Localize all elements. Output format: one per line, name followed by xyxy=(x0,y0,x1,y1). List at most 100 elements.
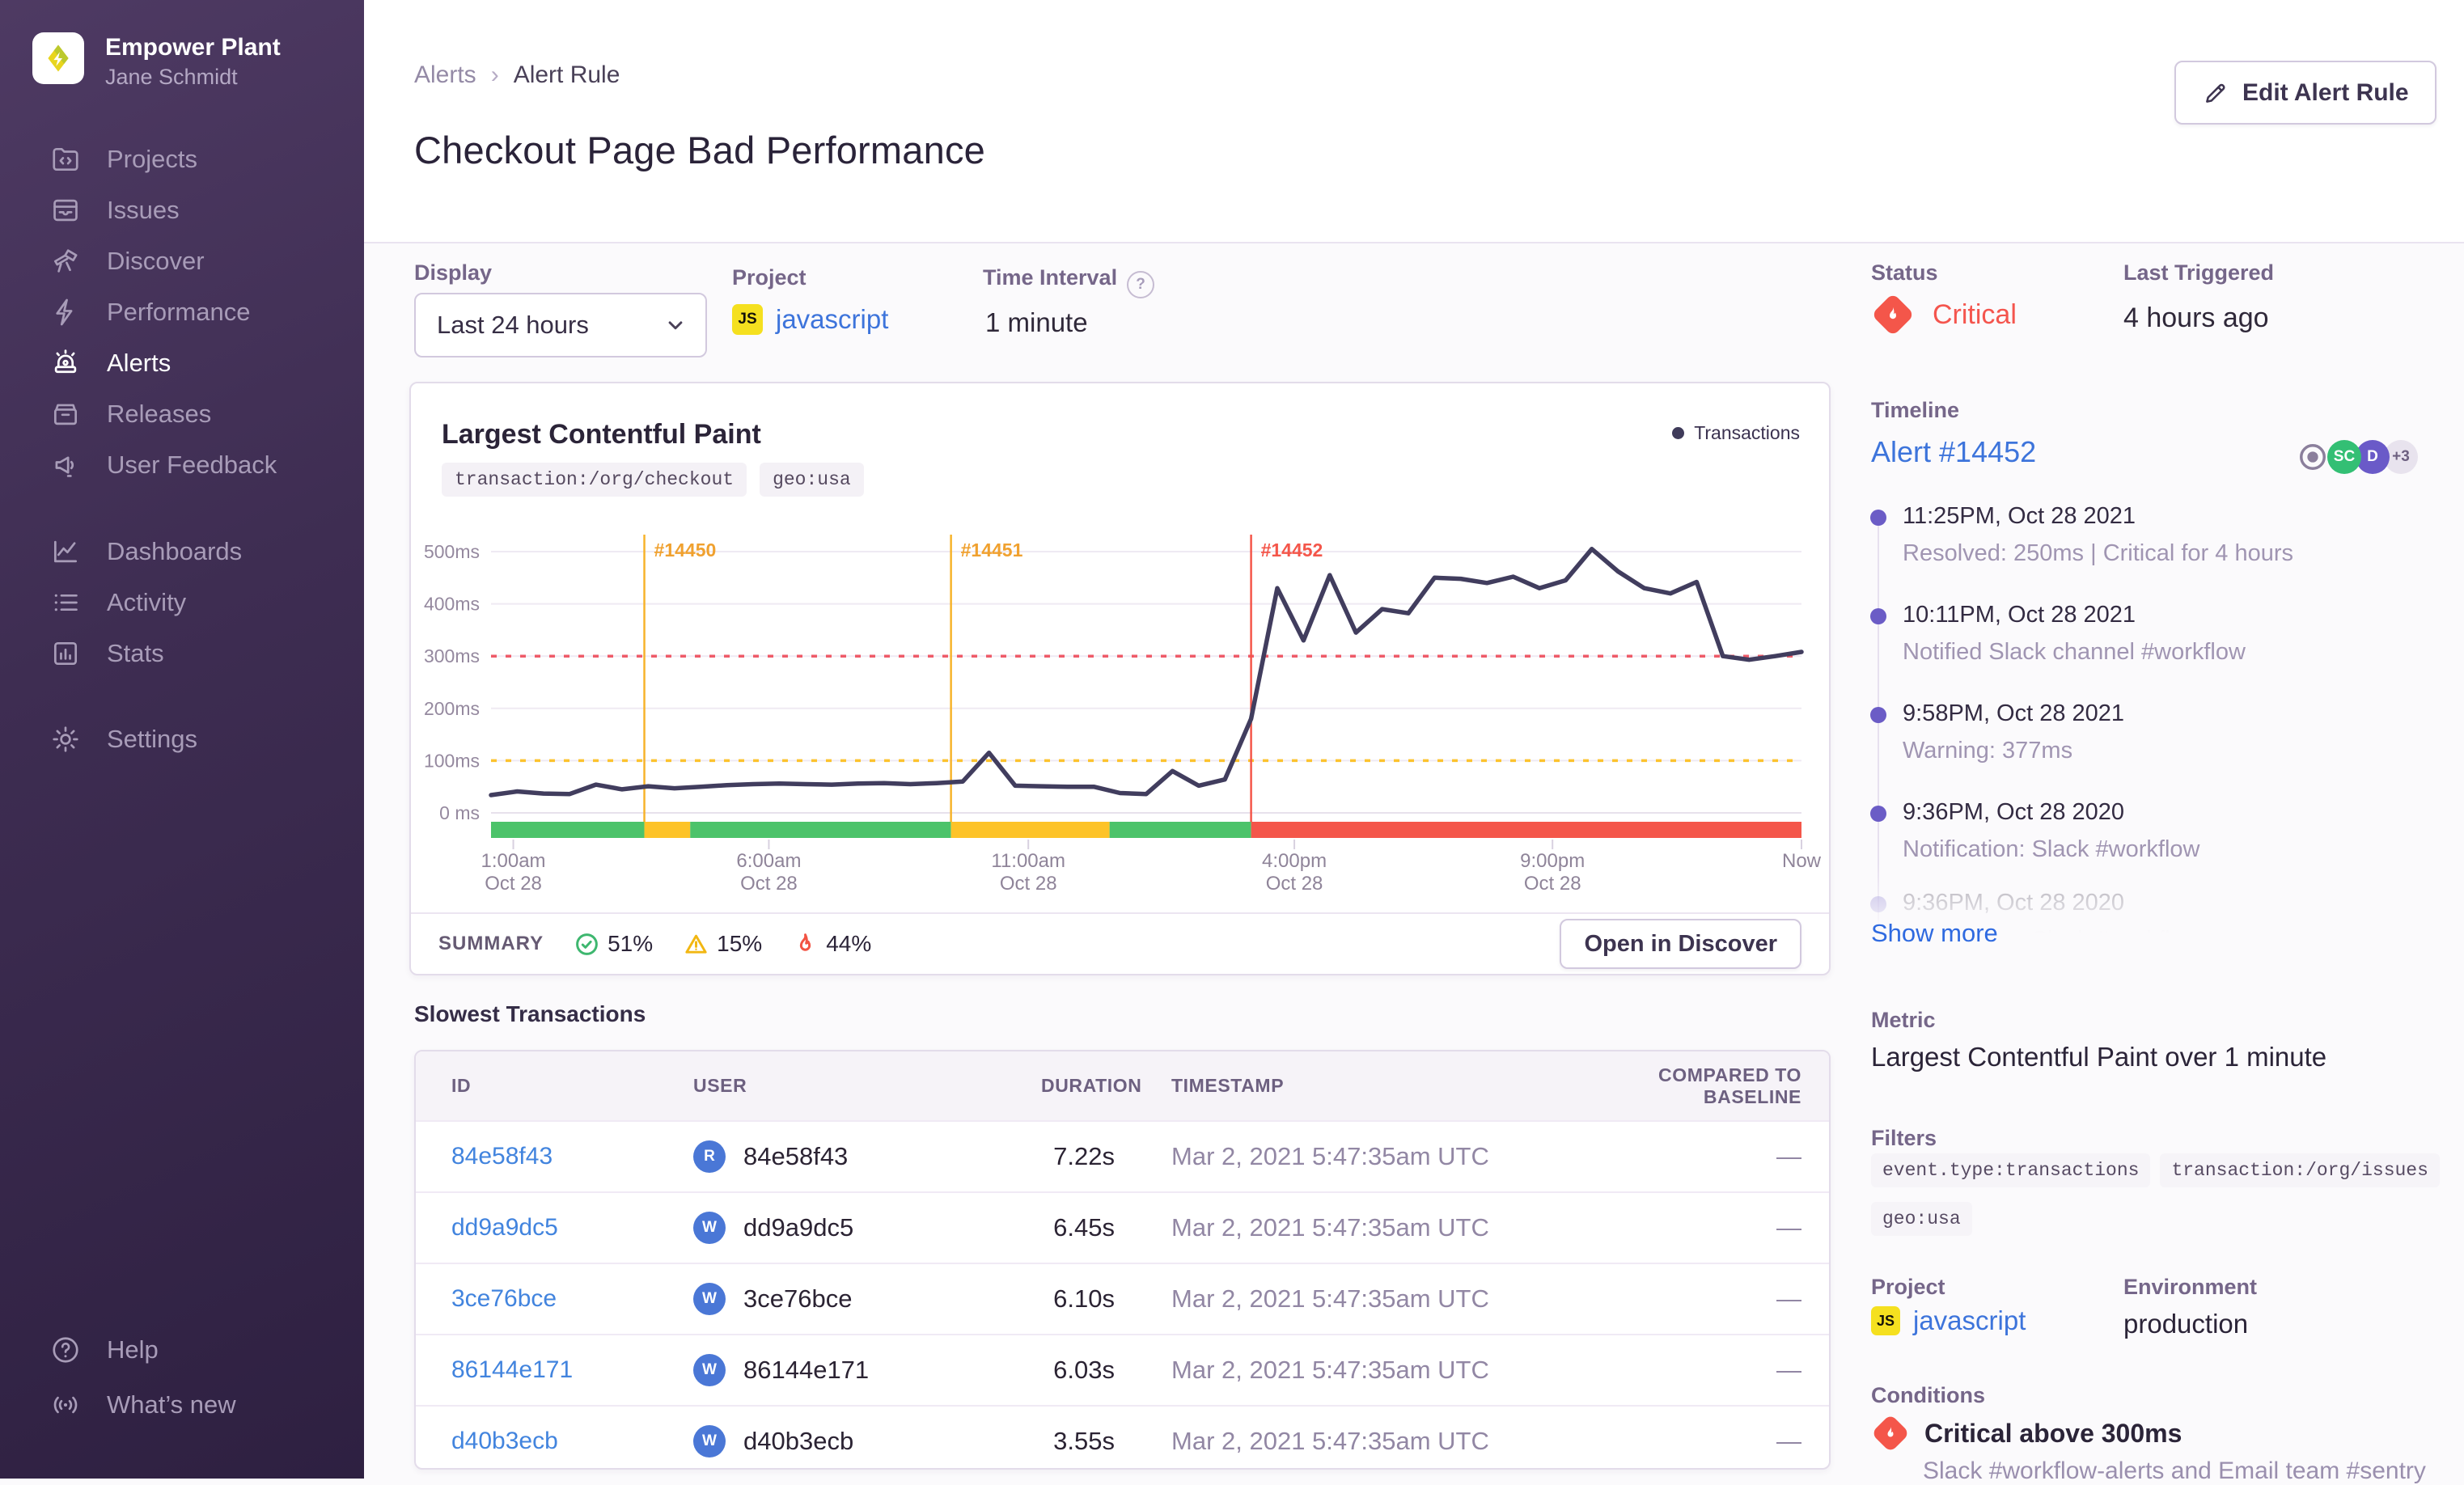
status-value: Critical xyxy=(1933,298,2017,330)
breadcrumb-alerts-link[interactable]: Alerts xyxy=(414,61,476,89)
sidebar-item-user-feedback[interactable]: User Feedback xyxy=(50,439,277,490)
incident-label: #14452 xyxy=(1261,539,1323,561)
transaction-id-link[interactable]: 84e58f43 xyxy=(451,1143,693,1170)
project-link[interactable]: javascript xyxy=(776,304,888,335)
lcp-chart: 0 ms 100ms 200ms 300ms 400ms 500ms #14450 #1445… xyxy=(424,535,1822,895)
condition-detail: Slack #workflow-alerts and Email team #s… xyxy=(1923,1458,2426,1484)
chevron-down-icon xyxy=(668,321,683,330)
warning-triangle-icon xyxy=(685,934,707,954)
sidebar: Empower Plant Jane Schmidt Projects Issu… xyxy=(0,0,364,1479)
avatar: W xyxy=(693,1283,726,1315)
dashboards-icon xyxy=(50,536,81,567)
y-axis-label: 500ms xyxy=(424,541,480,562)
chart-footer: SUMMARY 51% 15% 44% Open in Discover xyxy=(411,912,1829,974)
status-label: Status xyxy=(1871,260,1938,285)
col-baseline: COMPARED TO BASELINE xyxy=(1658,1064,1801,1107)
eye-icon xyxy=(2300,444,2326,470)
table-row: 86144e171 W 86144e171 6.03s Mar 2, 2021 5… xyxy=(416,1334,1829,1405)
x-axis-sublabel: Oct 28 xyxy=(1266,873,1323,895)
x-axis-label: 11:00am xyxy=(991,850,1065,872)
timeline-event-time: 9:58PM, Oct 28 2021 xyxy=(1903,700,2125,726)
y-axis-label: 100ms xyxy=(424,750,480,771)
slowest-transactions-heading: Slowest Transactions xyxy=(414,1001,646,1026)
timeline-dot xyxy=(1870,707,1886,723)
timeline-event-time: 11:25PM, Oct 28 2021 xyxy=(1903,503,2136,529)
edit-alert-rule-button[interactable]: Edit Alert Rule xyxy=(2174,61,2436,125)
transaction-id-link[interactable]: 3ce76bce xyxy=(451,1285,693,1313)
question-mark-icon[interactable]: ? xyxy=(1127,271,1155,298)
metric-value: Largest Contentful Paint over 1 minute xyxy=(1871,1042,2327,1072)
user-name: Jane Schmidt xyxy=(105,65,238,89)
x-axis-sublabel: Oct 28 xyxy=(1000,873,1057,895)
discover-icon xyxy=(50,246,81,277)
project-link[interactable]: javascript xyxy=(1913,1305,2026,1336)
sidebar-item-activity[interactable]: Activity xyxy=(50,577,186,628)
legend-dot-icon xyxy=(1672,427,1685,439)
status-segment xyxy=(950,822,1110,838)
alert-number-link[interactable]: Alert #14452 xyxy=(1871,435,2036,469)
status-segment xyxy=(1251,822,1801,838)
transaction-id-link[interactable]: d40b3ecb xyxy=(451,1428,693,1455)
x-axis-sublabel: Oct 28 xyxy=(485,873,542,895)
sidebar-item-alerts[interactable]: Alerts xyxy=(50,337,171,388)
sidebar-item-projects[interactable]: Projects xyxy=(50,133,197,184)
projects-icon xyxy=(50,144,81,175)
y-axis-label: 400ms xyxy=(424,594,480,615)
summary-warning: 15% xyxy=(684,931,762,957)
y-axis-label: 200ms xyxy=(424,698,480,719)
table-row: dd9a9dc5 Wdd9a9dc5 6.45s Mar 2, 2021 5:4… xyxy=(416,1191,1829,1263)
chevron-right-icon: › xyxy=(490,61,499,88)
timeline-event-detail: Notified Slack channel #workflow xyxy=(1903,639,2246,665)
transaction-id-link[interactable]: dd9a9dc5 xyxy=(451,1214,693,1242)
timeline-event-detail: Resolved: 250ms | Critical for 4 hours xyxy=(1903,540,2294,566)
open-in-discover-button[interactable]: Open in Discover xyxy=(1560,919,1801,969)
sidebar-item-label: Projects xyxy=(107,144,197,173)
stats-icon xyxy=(50,638,81,669)
sidebar-item-dashboards[interactable]: Dashboards xyxy=(50,526,242,577)
sidebar-item-performance[interactable]: Performance xyxy=(50,286,250,337)
sidebar-item-issues[interactable]: Issues xyxy=(50,184,180,235)
filter-pill: geo:usa xyxy=(1871,1202,1972,1236)
x-axis-label: Now xyxy=(1782,850,1822,872)
incident-label: #14451 xyxy=(961,539,1023,561)
time-interval-value: 1 minute xyxy=(985,307,1088,337)
critical-flame-icon xyxy=(1870,1413,1911,1453)
sidebar-item-label: Discover xyxy=(107,246,205,275)
timeline-label: Timeline xyxy=(1871,398,1960,422)
display-select[interactable]: Last 24 hours xyxy=(414,293,707,358)
subscriber-avatars: SC D +3 xyxy=(2297,440,2418,474)
avatar: W xyxy=(693,1425,726,1458)
filters-label: Filters xyxy=(1871,1126,1937,1150)
show-more-link[interactable]: Show more xyxy=(1871,919,1998,948)
transaction-id-link[interactable]: 86144e171 xyxy=(451,1356,693,1384)
tag-geo: geo:usa xyxy=(760,463,864,497)
sidebar-item-discover[interactable]: Discover xyxy=(50,235,205,286)
project-label: Project xyxy=(732,265,807,290)
tag-transaction: transaction:/org/checkout xyxy=(442,463,747,497)
table-row: 3ce76bce W 3ce76bce 6.10s Mar 2, 2021 5:4… xyxy=(416,1263,1829,1334)
sidebar-item-stats[interactable]: Stats xyxy=(50,628,164,679)
timeline-event-detail: Warning: 377ms xyxy=(1903,738,2073,764)
chart-tags: transaction:/org/checkout geo:usa xyxy=(442,463,864,497)
sidebar-item-settings[interactable]: Settings xyxy=(50,713,197,764)
sidebar-item-label: Dashboards xyxy=(107,536,243,565)
table-row: 84e58f43 R 84e58f43 7.22s Mar 2, 2021 5:4… xyxy=(416,1120,1829,1191)
filter-pills: geo:usa xyxy=(1871,1202,1972,1236)
breadcrumb: Alerts › Alert Rule xyxy=(414,61,620,89)
timeline-event-time: 9:36PM, Oct 28 2020 xyxy=(1903,799,2125,825)
incident-label: #14450 xyxy=(654,539,717,561)
panel-project-label: Project xyxy=(1871,1275,1945,1299)
org-name: Empower Plant xyxy=(105,34,281,61)
settings-icon xyxy=(50,724,81,755)
org-switcher[interactable]: Empower Plant Jane Schmidt xyxy=(32,32,281,91)
issues-icon xyxy=(50,195,81,226)
page-title: Checkout Page Bad Performance xyxy=(414,129,985,171)
sidebar-item-releases[interactable]: Releases xyxy=(50,388,211,439)
sidebar-item-label: Settings xyxy=(107,724,198,753)
summary-healthy: 51% xyxy=(574,931,653,957)
fire-icon xyxy=(800,933,811,951)
sidebar-item-whats-new[interactable]: What’s new xyxy=(50,1379,236,1430)
sidebar-item-help[interactable]: Help xyxy=(50,1324,159,1375)
x-axis-sublabel: Oct 28 xyxy=(1524,873,1581,895)
display-label: Display xyxy=(414,260,493,285)
